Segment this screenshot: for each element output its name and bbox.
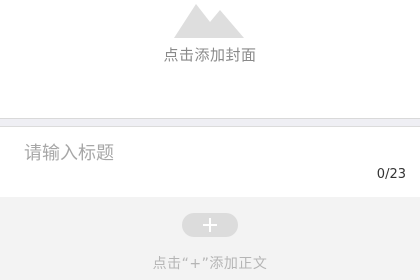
plus-icon: [203, 218, 217, 232]
title-section: 0/23: [0, 126, 420, 198]
article-editor: 点击添加封面 0/23 点击“+”添加正文: [0, 0, 420, 280]
title-input[interactable]: [20, 137, 358, 169]
body-section: 点击“+”添加正文: [0, 197, 420, 280]
mountain-image-icon: [174, 4, 244, 38]
add-cover-area[interactable]: 点击添加封面: [0, 0, 420, 119]
add-cover-label: 点击添加封面: [163, 46, 257, 64]
add-body-button[interactable]: [182, 213, 238, 237]
add-body-label: 点击“+”添加正文: [152, 256, 268, 272]
title-char-count: 0/23: [376, 167, 406, 182]
